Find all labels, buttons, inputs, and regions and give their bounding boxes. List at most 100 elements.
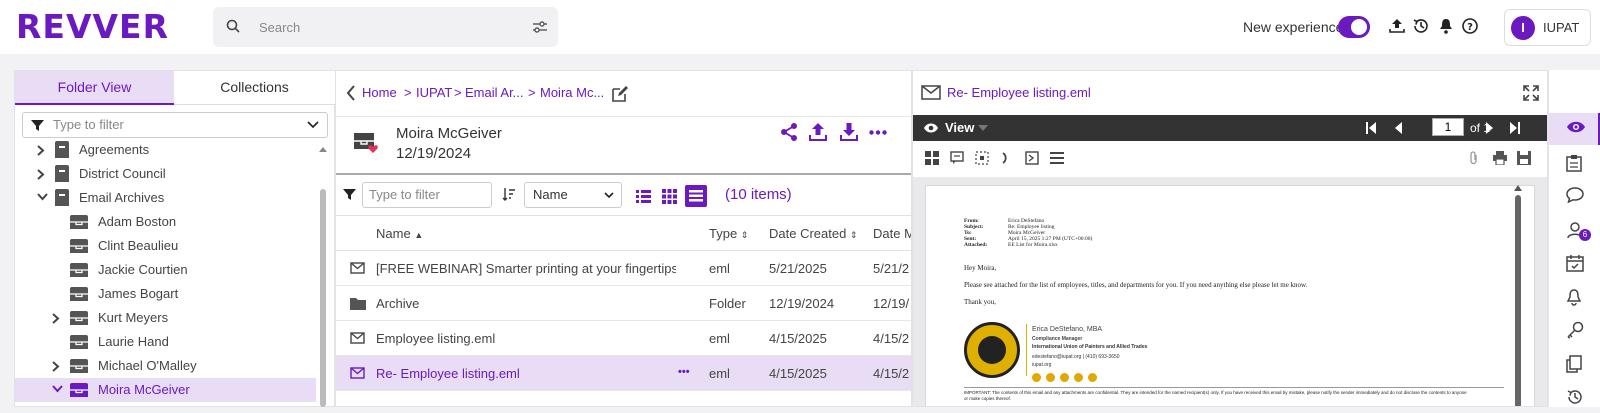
chevron-right-icon[interactable] xyxy=(52,361,60,372)
more-icon[interactable] xyxy=(869,130,887,135)
calendar-icon[interactable] xyxy=(1549,247,1600,279)
menu-lines-icon[interactable] xyxy=(1050,151,1064,165)
viewer-scroll-thumb[interactable] xyxy=(1515,195,1521,406)
column-header-type[interactable]: Type ⇕ xyxy=(709,226,748,241)
tree-scrollbar[interactable] xyxy=(318,147,328,407)
list-filter-input[interactable] xyxy=(369,187,484,202)
user-icon[interactable]: 6 xyxy=(1549,214,1600,246)
tree-item[interactable]: Michael O'Malley xyxy=(15,354,316,378)
tree-filter[interactable] xyxy=(22,112,328,138)
list-filter[interactable] xyxy=(362,182,492,208)
key-icon-glyph xyxy=(1566,321,1584,339)
chevron-right-icon[interactable] xyxy=(37,169,45,180)
view-mode-label[interactable]: View xyxy=(945,120,974,135)
user-menu-button[interactable]: I IUPAT xyxy=(1504,9,1591,46)
sort-select[interactable]: Name xyxy=(524,182,622,208)
bell-icon[interactable] xyxy=(1549,281,1600,313)
last-page-icon[interactable] xyxy=(1509,121,1521,135)
chevron-right-icon[interactable] xyxy=(37,145,45,156)
tree-item[interactable]: District Council xyxy=(15,162,316,186)
column-header-name[interactable]: Name ▲ xyxy=(376,226,423,241)
edit-icon[interactable] xyxy=(610,84,630,104)
upload-file-icon[interactable] xyxy=(808,122,828,142)
first-page-icon[interactable] xyxy=(1365,121,1377,135)
rotate-icon[interactable] xyxy=(1001,151,1013,165)
download-icon[interactable] xyxy=(839,122,859,142)
view-eye-icon[interactable] xyxy=(1549,113,1600,145)
list-view-button[interactable] xyxy=(632,185,654,207)
expand-icon[interactable] xyxy=(1523,85,1539,101)
viewer-scrollbar[interactable] xyxy=(1514,185,1522,406)
sort-direction-icon[interactable] xyxy=(502,187,516,201)
tree-item[interactable]: Jackie Courtien xyxy=(15,258,316,282)
print-icon[interactable] xyxy=(1493,151,1507,165)
history-icon[interactable] xyxy=(1549,381,1600,413)
table-row[interactable]: Re- Employee listing.eml eml 4/15/2025 4/15… xyxy=(336,356,911,391)
save-icon[interactable] xyxy=(1517,151,1531,165)
breadcrumb-iupat[interactable]: IUPAT xyxy=(416,85,452,100)
tree-item[interactable]: Agreements xyxy=(15,139,316,162)
select-region-icon[interactable] xyxy=(975,151,989,165)
chevron-right-icon[interactable] xyxy=(52,313,60,324)
mode-dropdown-icon[interactable] xyxy=(978,125,988,131)
cell-type: Folder xyxy=(709,296,746,311)
table-row[interactable]: Employee listing.eml eml 4/15/2025 4/15/2 xyxy=(336,321,911,356)
tree-item[interactable]: Clint Beaulieu xyxy=(15,234,316,258)
global-search[interactable] xyxy=(213,7,558,47)
chevron-down-icon[interactable] xyxy=(307,121,319,129)
new-experience-toggle[interactable] xyxy=(1338,16,1370,38)
tree-item[interactable]: Adam Boston xyxy=(15,210,316,234)
tree-item[interactable]: Kurt Meyers xyxy=(15,306,316,330)
comment-icon[interactable] xyxy=(1549,180,1600,212)
tree-item[interactable]: Email Archives xyxy=(15,186,316,210)
preview-title[interactable]: Re- Employee listing.eml xyxy=(947,85,1091,100)
history-icon[interactable] xyxy=(1412,17,1430,35)
chevron-down-icon[interactable] xyxy=(37,193,48,201)
tree-item[interactable]: Moira McGeiver xyxy=(15,378,316,402)
attachment-icon[interactable] xyxy=(1469,151,1479,165)
grid-view-button[interactable] xyxy=(658,185,680,207)
search-input[interactable] xyxy=(259,17,509,37)
page-number-input[interactable]: 1 xyxy=(1432,118,1464,136)
cell-modified: 4/15/2 xyxy=(873,366,910,381)
previous-page-icon[interactable] xyxy=(1393,121,1403,135)
redact-icon[interactable] xyxy=(1025,151,1039,165)
back-icon[interactable] xyxy=(346,85,356,101)
thumbnails-icon[interactable] xyxy=(925,151,939,165)
tree-filter-input[interactable] xyxy=(53,117,293,132)
drawer-icon xyxy=(70,311,88,325)
tree-item[interactable]: Laurie Hand xyxy=(15,330,316,354)
copy-icon[interactable] xyxy=(1549,348,1600,380)
next-page-icon[interactable] xyxy=(1485,121,1495,135)
tab-collections[interactable]: Collections xyxy=(174,71,335,105)
clipboard-icon[interactable] xyxy=(1549,147,1600,179)
breadcrumb-moira[interactable]: Moira Mc... xyxy=(540,85,604,100)
note-icon[interactable] xyxy=(950,151,964,165)
sig-title: Compliance Manager xyxy=(1032,336,1083,342)
view-eye-icon-glyph xyxy=(1566,120,1586,134)
column-header-date-modified[interactable]: Date M xyxy=(873,226,911,241)
upload-icon[interactable] xyxy=(1388,17,1406,35)
row-more-button[interactable]: ••• xyxy=(678,366,690,378)
revver-logo[interactable]: REVVER xyxy=(16,9,192,45)
search-filter-icon[interactable] xyxy=(532,20,548,34)
help-icon[interactable]: ? xyxy=(1461,17,1479,35)
details-view-button[interactable] xyxy=(685,185,707,207)
email-icon xyxy=(350,367,365,379)
sig-org: International Union of Painters and Alli… xyxy=(1032,344,1148,350)
table-row[interactable] xyxy=(336,391,911,406)
scroll-thumb[interactable] xyxy=(320,189,326,407)
top-bar: REVVER New experience ? I IUPAT xyxy=(0,0,1600,54)
chevron-down-icon[interactable] xyxy=(52,385,63,393)
breadcrumb-home[interactable]: Home xyxy=(362,85,397,100)
table-row[interactable]: Archive Folder 12/19/2024 12/19/ xyxy=(336,286,911,321)
bell-icon[interactable] xyxy=(1437,17,1455,35)
share-icon[interactable] xyxy=(779,122,799,142)
email-icon xyxy=(921,85,941,100)
tree-item[interactable]: James Bogart xyxy=(15,282,316,306)
column-header-date-created[interactable]: Date Created ⇕ xyxy=(769,226,858,241)
table-row[interactable]: [FREE WEBINAR] Smarter printing at your … xyxy=(336,251,911,286)
breadcrumb-email-archives[interactable]: Email Ar... xyxy=(465,85,524,100)
key-icon[interactable] xyxy=(1549,314,1600,346)
tab-folder-view[interactable]: Folder View xyxy=(15,71,174,105)
